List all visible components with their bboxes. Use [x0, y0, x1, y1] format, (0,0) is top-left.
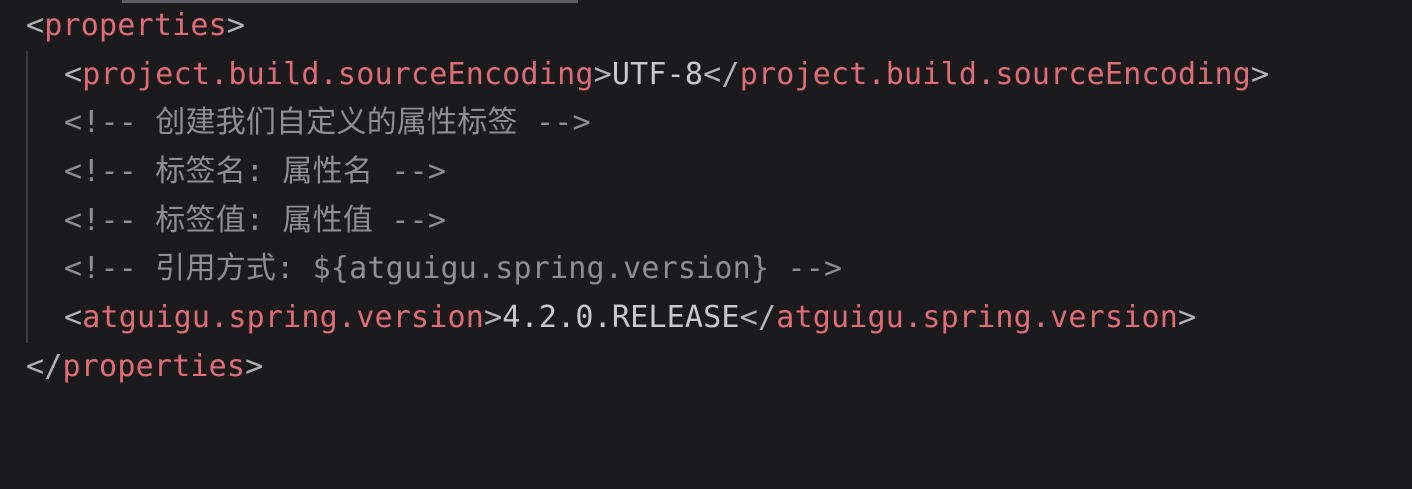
code-line-7: <atguigu.spring.version>4.2.0.RELEASE</a…	[0, 294, 1412, 343]
properties-open-tag: properties	[44, 8, 227, 43]
code-editor[interactable]: <properties> <project.build.sourceEncodi…	[0, 2, 1412, 392]
version-close-tag: atguigu.spring.version	[776, 300, 1178, 336]
code-line-4: <!-- 标签名: 属性名 -->	[0, 148, 1412, 197]
code-line-6: <!-- 引用方式: ${atguigu.spring.version} -->	[0, 245, 1412, 295]
encoding-value: UTF-8	[611, 56, 704, 92]
comment-line: <!-- 标签名: 属性名 -->	[64, 154, 447, 190]
code-line-5: <!-- 标签值: 属性值 -->	[0, 196, 1412, 246]
indent-guide	[26, 245, 28, 295]
indent-guide	[26, 294, 28, 343]
tag-close-bracket: >	[226, 8, 246, 43]
code-line-8: </properties>	[26, 348, 264, 384]
comment-line: <!-- 标签值: 属性值 -->	[64, 202, 447, 238]
code-line-2: <project.build.sourceEncoding>UTF-8</pro…	[0, 50, 1412, 100]
version-value: 4.2.0.RELEASE	[502, 300, 740, 336]
indent-guide	[26, 50, 28, 100]
code-line-3: <!-- 创建我们自定义的属性标签 -->	[0, 99, 1412, 149]
code-line-1: <properties>	[0, 2, 1412, 51]
comment-line: <!-- 引用方式: ${atguigu.spring.version} -->	[64, 251, 843, 287]
properties-close-tag: properties	[62, 348, 246, 384]
comment-line: <!-- 创建我们自定义的属性标签 -->	[64, 105, 591, 141]
encoding-close-tag: project.build.sourceEncoding	[739, 56, 1252, 92]
encoding-open-tag: project.build.sourceEncoding	[82, 56, 594, 92]
indent-guide	[26, 196, 28, 246]
indent-guide	[26, 99, 28, 149]
tag-open-bracket: <	[26, 8, 45, 43]
version-open-tag: atguigu.spring.version	[82, 300, 485, 336]
indent-guide	[26, 148, 28, 197]
